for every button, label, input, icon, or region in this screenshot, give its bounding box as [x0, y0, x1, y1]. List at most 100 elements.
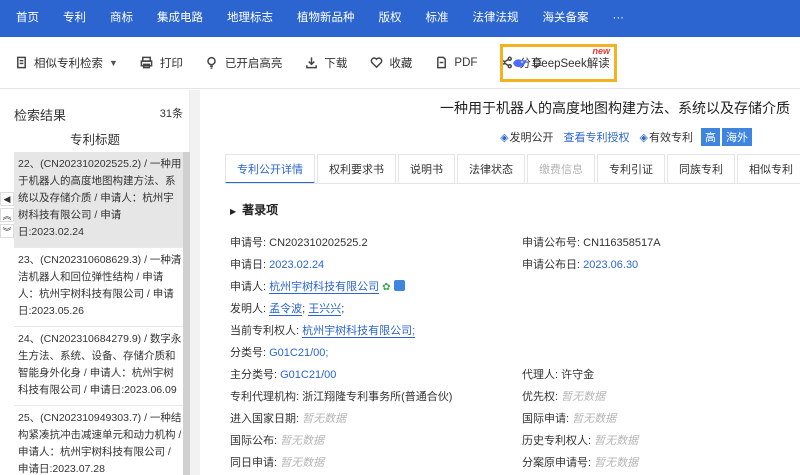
- download-button[interactable]: 下载: [304, 49, 347, 77]
- nav-standard[interactable]: 标准: [414, 0, 461, 37]
- valid-status-label: 有效专利: [649, 132, 693, 144]
- field-value-link[interactable]: 2023.02.24: [269, 259, 324, 271]
- list-item[interactable]: 25、(CN202310949303.7) / 一种结构紧凑抗冲击减速单元和动力…: [14, 406, 186, 475]
- nav-plant[interactable]: 植物新品种: [285, 0, 367, 37]
- section-header[interactable]: ▶ 著录项: [230, 201, 278, 218]
- owner-link[interactable]: 杭州宇树科技有限公司;: [302, 325, 416, 338]
- applicant-link[interactable]: 杭州宇树科技有限公司: [269, 281, 380, 294]
- paw-icon[interactable]: ✿: [382, 282, 391, 293]
- nav-law[interactable]: 法律法规: [461, 0, 531, 37]
- inventor-link[interactable]: 王兴兴: [308, 303, 342, 316]
- results-count: 31条: [159, 108, 183, 120]
- field-label: 分类号:: [230, 347, 267, 359]
- scrollbar[interactable]: [183, 152, 190, 475]
- field-value: CN116358517A: [583, 237, 661, 249]
- divisional-original: 分案原申请号: 暂无数据: [522, 454, 638, 470]
- nav-home[interactable]: 首页: [0, 0, 51, 37]
- field-label: 代理人:: [522, 369, 559, 381]
- field-label: 历史专利权人:: [522, 435, 592, 447]
- agent: 代理人: 许守金: [522, 366, 594, 382]
- field-value-empty: 暂无数据: [280, 435, 325, 447]
- view-grant-link[interactable]: 查看专利授权: [564, 129, 630, 145]
- favorite-button[interactable]: 收藏: [369, 49, 412, 77]
- search-results-panel: 检索结果 31条 专利标题 22、(CN202310202525.2) / 一种…: [0, 90, 190, 475]
- detail-tabs: 专利公开详情 权利要求书 说明书 法律状态 缴费信息 专利引证 同族专利 相似专…: [225, 154, 800, 184]
- deepseek-label: DeepSeek解读: [533, 58, 610, 70]
- nav-copyright[interactable]: 版权: [367, 0, 414, 37]
- toolbar: 相似专利检索 ▼ 打印 已开启高亮 下载 收藏 PDF 分享 DeepSeek解…: [0, 37, 800, 89]
- pdf-button[interactable]: PDF: [434, 49, 477, 77]
- chevron-down-icon: ▼: [109, 57, 118, 68]
- double-down-icon[interactable]: ︾: [0, 224, 14, 238]
- nav-trademark[interactable]: 商标: [98, 0, 145, 37]
- tab-family[interactable]: 同族专利: [667, 154, 735, 183]
- results-header: 检索结果 31条 专利标题: [0, 90, 189, 147]
- similar-search-button[interactable]: 相似专利检索 ▼: [14, 49, 118, 77]
- inventor-link[interactable]: 孟令波: [269, 303, 303, 316]
- file-icon: [434, 56, 448, 70]
- document-icon: [14, 56, 28, 70]
- diamond-icon: ◈: [639, 131, 648, 144]
- main-classification: 主分类号: G01C21/00: [230, 366, 336, 382]
- panel-divider: [190, 90, 200, 475]
- highlight-button[interactable]: 已开启高亮: [205, 49, 283, 77]
- print-button[interactable]: 打印: [140, 49, 183, 77]
- field-value-empty: 暂无数据: [572, 413, 617, 425]
- publish-status: ◈ 发明公开: [500, 129, 553, 145]
- tab-legal-status[interactable]: 法律状态: [457, 154, 525, 183]
- field-label: 申请公布日:: [522, 259, 581, 271]
- classification: 分类号: G01C21/00;: [230, 344, 328, 360]
- field-value: CN202310202525.2: [269, 237, 368, 249]
- field-label: 申请公布号:: [522, 237, 581, 249]
- favorite-label: 收藏: [389, 57, 413, 70]
- field-value-link[interactable]: 2023.06.30: [583, 259, 638, 271]
- field-label: 申请号:: [230, 237, 267, 249]
- current-owner: 当前专利权人: 杭州宇树科技有限公司;: [230, 322, 416, 338]
- tab-publication-detail[interactable]: 专利公开详情: [225, 154, 315, 183]
- tab-similar[interactable]: 相似专利: [737, 154, 800, 183]
- tab-fee-info[interactable]: 缴费信息: [527, 154, 595, 183]
- field-value: 浙江翔隆专利事务所(普通合伙): [302, 391, 453, 403]
- inventors: 发明人: 孟令波; 王兴兴;: [230, 303, 345, 316]
- collapse-left-icon[interactable]: ◀: [0, 192, 14, 206]
- list-item[interactable]: 23、(CN202310608629.3) / 一种清洁机器人和回位弹性结构 /…: [14, 248, 186, 327]
- tab-claims[interactable]: 权利要求书: [317, 154, 396, 183]
- enter-country-date: 进入国家日期: 暂无数据: [230, 410, 346, 426]
- field-label: 专利代理机构:: [230, 391, 300, 403]
- bulb-icon: [205, 56, 219, 70]
- nav-geo[interactable]: 地理标志: [215, 0, 285, 37]
- deepseek-button[interactable]: DeepSeek解读 new: [500, 44, 617, 82]
- nav-ic[interactable]: 集成电路: [145, 0, 215, 37]
- pdf-label: PDF: [454, 56, 478, 69]
- field-value-empty: 暂无数据: [594, 457, 639, 469]
- publication-date: 申请公布日: 2023.06.30: [522, 256, 638, 272]
- overseas-badge: 海外: [722, 128, 752, 146]
- nav-customs[interactable]: 海关备案: [531, 0, 601, 37]
- field-label: 进入国家日期:: [230, 413, 300, 425]
- highlight-label: 已开启高亮: [224, 57, 283, 70]
- nav-patent[interactable]: 专利: [51, 0, 98, 37]
- tab-citation[interactable]: 专利引证: [597, 154, 665, 183]
- field-label: 当前专利权人:: [230, 325, 300, 337]
- field-label: 主分类号:: [230, 369, 278, 381]
- field-label: 优先权:: [522, 391, 559, 403]
- tab-description[interactable]: 说明书: [398, 154, 455, 183]
- similar-search-label: 相似专利检索: [34, 57, 103, 70]
- publication-number: 申请公布号: CN116358517A: [522, 234, 661, 250]
- column-title: 专利标题: [69, 133, 120, 147]
- applicant: 申请人: 杭州宇树科技有限公司 ✿: [230, 278, 406, 294]
- field-value-empty: 暂无数据: [594, 435, 639, 447]
- list-item[interactable]: 22、(CN202310202525.2) / 一种用于机器人的高度地图构建方法…: [14, 152, 186, 248]
- international-application: 国际申请: 暂无数据: [522, 410, 616, 426]
- double-up-icon[interactable]: ︽: [0, 208, 14, 222]
- same-day-application: 同日申请: 暂无数据: [230, 454, 324, 470]
- priority: 优先权: 暂无数据: [522, 388, 605, 404]
- heart-icon: [369, 56, 383, 70]
- list-item[interactable]: 24、(CN202310684279.9) / 数字永生方法、系统、设备、存储介…: [14, 327, 186, 406]
- class-link[interactable]: G01C21/00;: [269, 347, 328, 359]
- nav-more[interactable]: ···: [601, 0, 637, 37]
- main-class-link[interactable]: G01C21/00: [280, 369, 336, 381]
- deepseek-whale-icon: [513, 59, 527, 68]
- application-number: 申请号: CN202310202525.2: [230, 234, 368, 250]
- company-info-icon[interactable]: [394, 280, 406, 291]
